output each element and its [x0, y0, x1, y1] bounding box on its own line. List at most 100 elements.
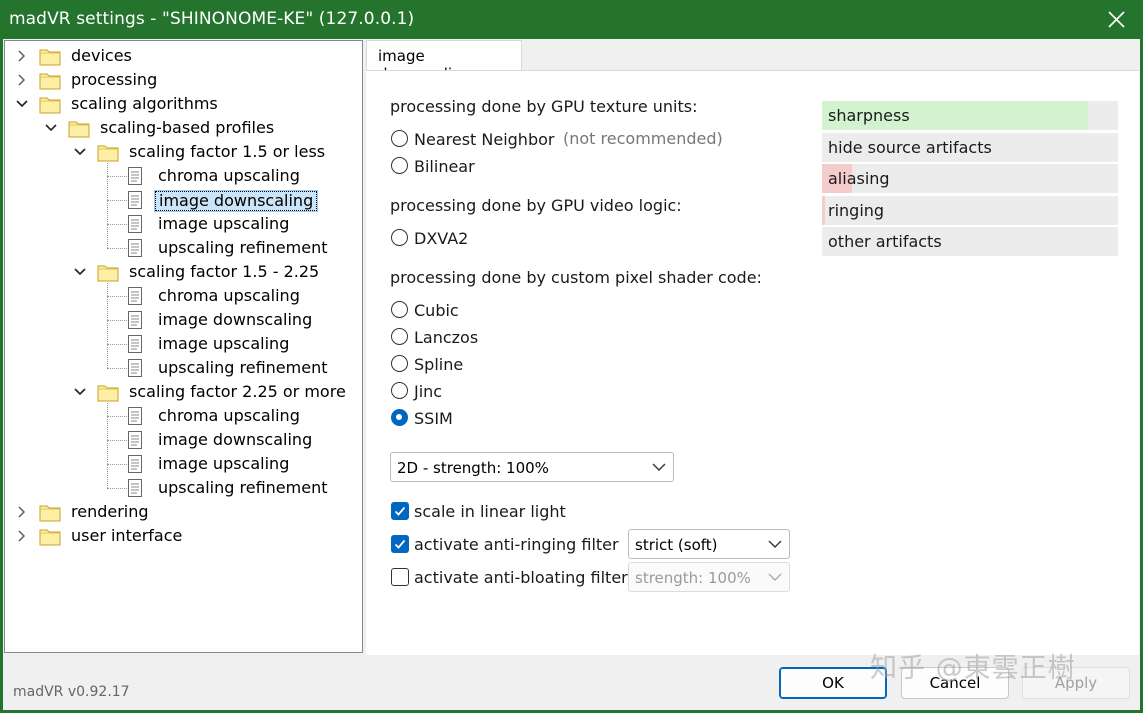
document-icon — [126, 478, 148, 498]
radio-lanczos[interactable] — [391, 328, 408, 345]
radio-nearest-neighbor[interactable] — [391, 130, 408, 147]
document-icon — [126, 214, 148, 234]
tree-item-upscaling-refinement[interactable]: upscaling refinement — [5, 237, 360, 259]
anti-ringing-value: strict (soft) — [635, 536, 718, 554]
tree-item-scaling-factor-group[interactable]: scaling factor 2.25 or more — [5, 381, 360, 403]
tree-item-image-upscaling[interactable]: image upscaling — [5, 453, 360, 475]
document-icon — [126, 406, 148, 426]
chevron-right-icon[interactable] — [15, 525, 29, 547]
quality-meter-hide-source-artifacts: hide source artifacts — [822, 132, 1118, 162]
window-title: madVR settings - "SHINONOME-KE" (127.0.0… — [9, 9, 415, 29]
tree-item-label: scaling factor 2.25 or more — [129, 382, 346, 401]
checkmark-icon — [394, 539, 406, 549]
document-icon — [126, 454, 148, 474]
document-icon — [126, 430, 148, 450]
radio-ssim[interactable] — [391, 409, 408, 426]
folder-icon — [39, 70, 61, 90]
anti-ringing-label[interactable]: activate anti-ringing filter — [414, 535, 619, 554]
quality-meter-other-artifacts: other artifacts — [822, 227, 1118, 256]
tree-item-label: devices — [71, 46, 132, 65]
tree-item-label: scaling factor 1.5 - 2.25 — [129, 262, 320, 281]
tree-item-chroma-upscaling[interactable]: chroma upscaling — [5, 405, 360, 427]
radio-dxva2-label[interactable]: DXVA2 — [414, 229, 468, 248]
linear-light-label[interactable]: scale in linear light — [414, 502, 566, 521]
tree-item-label: chroma upscaling — [158, 286, 300, 305]
radio-lanczos-label[interactable]: Lanczos — [414, 328, 478, 347]
chevron-down-icon[interactable] — [44, 117, 58, 139]
radio-jinc[interactable] — [391, 382, 408, 399]
tree-item-scaling-based-profiles[interactable]: scaling-based profiles — [5, 117, 360, 139]
folder-icon — [39, 502, 61, 522]
watermark: 知乎 @東雲正樹 — [870, 653, 1076, 684]
tree-item-upscaling-refinement[interactable]: upscaling refinement — [5, 357, 360, 379]
tree-item-image-downscaling[interactable]: image downscaling — [5, 309, 360, 331]
radio-dxva2[interactable] — [391, 229, 408, 246]
quality-meter-fill — [822, 195, 825, 225]
folder-icon — [97, 382, 119, 402]
tree-item-label: image upscaling — [158, 334, 290, 353]
radio-ssim-label[interactable]: SSIM — [414, 409, 453, 428]
radio-nearest-neighbor-label[interactable]: Nearest Neighbor — [414, 130, 554, 149]
quality-meter-sharpness: sharpness — [822, 101, 1118, 130]
quality-meter-label: aliasing — [828, 169, 890, 188]
radio-jinc-label[interactable]: Jinc — [414, 382, 442, 401]
radio-spline-label[interactable]: Spline — [414, 355, 463, 374]
tree-item-scaling-algorithms[interactable]: scaling algorithms — [5, 93, 360, 115]
quality-meter-label: sharpness — [828, 106, 910, 125]
folder-icon — [68, 118, 90, 138]
quality-meter-ringing: ringing — [822, 195, 1118, 225]
tree-item-chroma-upscaling[interactable]: chroma upscaling — [5, 285, 360, 307]
quality-meter-label: hide source artifacts — [828, 137, 992, 157]
tree-item-label: chroma upscaling — [158, 406, 300, 425]
tree-item-rendering[interactable]: rendering — [5, 501, 360, 523]
tree-item-label: upscaling refinement — [158, 478, 328, 497]
chevron-down-icon[interactable] — [73, 261, 87, 283]
anti-bloating-label[interactable]: activate anti-bloating filter — [414, 568, 628, 587]
tree-item-processing[interactable]: processing — [5, 69, 360, 91]
radio-bilinear-label[interactable]: Bilinear — [414, 157, 475, 176]
chevron-right-icon[interactable] — [15, 501, 29, 523]
ssim-strength-select[interactable]: 2D - strength: 100% — [390, 452, 674, 482]
checkmark-icon — [394, 506, 406, 516]
anti-ringing-select[interactable]: strict (soft) — [628, 529, 790, 559]
tab-image-downscaling[interactable]: image downscaling — [366, 40, 522, 83]
tree-item-image-downscaling[interactable]: image downscaling — [5, 189, 360, 212]
close-icon — [1108, 11, 1125, 28]
tree-item-scaling-factor-group[interactable]: scaling factor 1.5 - 2.25 — [5, 261, 360, 283]
settings-window: madVR settings - "SHINONOME-KE" (127.0.0… — [0, 0, 1143, 713]
tree-item-scaling-factor-group[interactable]: scaling factor 1.5 or less — [5, 141, 360, 163]
tree-item-label: chroma upscaling — [158, 166, 300, 185]
tree-item-chroma-upscaling[interactable]: chroma upscaling — [5, 165, 360, 187]
document-icon — [126, 166, 148, 186]
tree-item-upscaling-refinement[interactable]: upscaling refinement — [5, 477, 360, 499]
document-icon — [126, 238, 148, 258]
chevron-right-icon[interactable] — [15, 69, 29, 91]
tree-item-label: scaling-based profiles — [100, 118, 275, 137]
folder-icon — [39, 94, 61, 114]
radio-cubic-label[interactable]: Cubic — [414, 301, 459, 320]
folder-icon — [39, 526, 61, 546]
tree-item-label: image downscaling — [158, 430, 313, 449]
chevron-down-icon[interactable] — [73, 141, 87, 163]
linear-light-checkbox[interactable] — [391, 502, 409, 520]
radio-cubic[interactable] — [391, 301, 408, 318]
tree-item-user-interface[interactable]: user interface — [5, 525, 360, 547]
tree-item-label: upscaling refinement — [158, 358, 328, 377]
chevron-down-icon[interactable] — [15, 93, 29, 115]
tree-item-devices[interactable]: devices — [5, 45, 360, 67]
anti-ringing-checkbox[interactable] — [391, 535, 409, 553]
settings-tree[interactable]: devices processing scaling algorithms scali… — [4, 40, 363, 653]
tree-item-label: upscaling refinement — [158, 238, 328, 257]
radio-bilinear[interactable] — [391, 157, 408, 174]
anti-bloating-checkbox[interactable] — [391, 568, 409, 586]
close-button[interactable] — [1091, 0, 1143, 39]
section-pixel-shader-label: processing done by custom pixel shader c… — [390, 268, 762, 287]
chevron-right-icon[interactable] — [15, 45, 29, 67]
tree-item-image-downscaling[interactable]: image downscaling — [5, 429, 360, 451]
tree-item-label: image downscaling — [158, 310, 313, 329]
radio-spline[interactable] — [391, 355, 408, 372]
tree-item-image-upscaling[interactable]: image upscaling — [5, 333, 360, 355]
tree-item-image-upscaling[interactable]: image upscaling — [5, 213, 360, 235]
document-icon — [126, 310, 148, 330]
chevron-down-icon[interactable] — [73, 381, 87, 403]
